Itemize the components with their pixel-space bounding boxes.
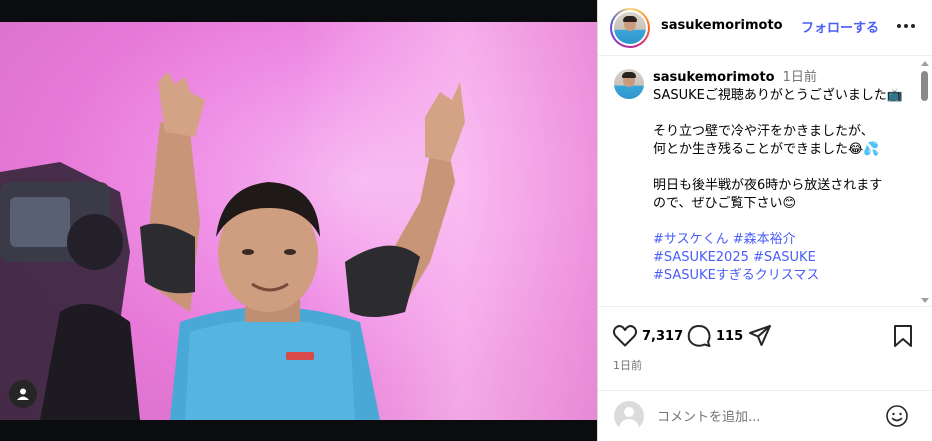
comment-button[interactable]: 115 [686, 322, 743, 350]
share-icon[interactable] [748, 324, 772, 348]
emoji-icon[interactable] [885, 404, 909, 432]
media-letterbox-top [0, 0, 597, 22]
caption-section: sasukemorimoto 1日前 SASUKEご視聴ありがとうございました📺 … [598, 57, 932, 307]
caption-line: SASUKEご視聴ありがとうございました📺 [653, 88, 904, 103]
caption-line: 何とか生き残ることができました😂💦 [653, 142, 880, 157]
author-username[interactable]: sasukemorimoto [661, 18, 783, 33]
caption-time: 1日前 [782, 70, 817, 85]
hashtag-link[interactable]: #SASUKE2025 [653, 250, 749, 265]
bookmark-icon[interactable] [892, 324, 914, 348]
caption-line: ので、ぜひご覧下さい😊 [653, 196, 797, 211]
add-comment-row [598, 390, 932, 441]
post-side-panel: sasukemorimoto フォローする sasukemorimoto 1日前 … [597, 0, 932, 441]
hashtag-link[interactable]: #サスケくん [653, 232, 729, 247]
comment-icon[interactable] [686, 323, 712, 349]
more-options-icon[interactable] [894, 16, 918, 36]
user-tag-icon[interactable] [9, 380, 37, 408]
like-count[interactable]: 7,317 [642, 329, 683, 344]
scrollbar-thumb[interactable] [921, 71, 928, 101]
action-bar: 7,317 115 [598, 322, 932, 354]
hashtag-link[interactable]: #SASUKEすぎるクリスマス [653, 268, 819, 283]
caption-avatar[interactable] [614, 69, 644, 99]
post-header: sasukemorimoto フォローする [598, 0, 932, 56]
follow-button[interactable]: フォローする [801, 17, 879, 36]
media-letterbox-bottom [0, 420, 597, 441]
post-media[interactable] [0, 0, 597, 441]
post-photo[interactable] [0, 22, 597, 420]
hashtag-link[interactable]: #森本裕介 [733, 232, 796, 247]
comment-count[interactable]: 115 [716, 329, 743, 344]
caption-username[interactable]: sasukemorimoto [653, 70, 775, 85]
save-button[interactable] [892, 324, 914, 352]
photo-illustration [0, 72, 465, 420]
caption-scrollbar[interactable] [920, 61, 929, 303]
post-date[interactable]: 1日前 [613, 357, 642, 373]
caption-line: そり立つ壁で冷や汗をかきましたが、 [653, 124, 874, 139]
comment-input[interactable] [657, 407, 857, 427]
hashtag-link[interactable]: #SASUKE [753, 250, 816, 265]
author-avatar[interactable] [610, 8, 650, 48]
viewer-avatar [614, 401, 644, 431]
caption-body: sasukemorimoto 1日前 SASUKEご視聴ありがとうございました📺 … [653, 69, 915, 285]
share-button[interactable] [748, 322, 772, 350]
caption-line: 明日も後半戦が夜6時から放送されます [653, 178, 883, 193]
like-button[interactable]: 7,317 [612, 322, 683, 350]
scroll-up-arrow-icon[interactable] [921, 61, 929, 66]
heart-icon[interactable] [612, 324, 638, 348]
scroll-down-arrow-icon[interactable] [921, 298, 929, 303]
